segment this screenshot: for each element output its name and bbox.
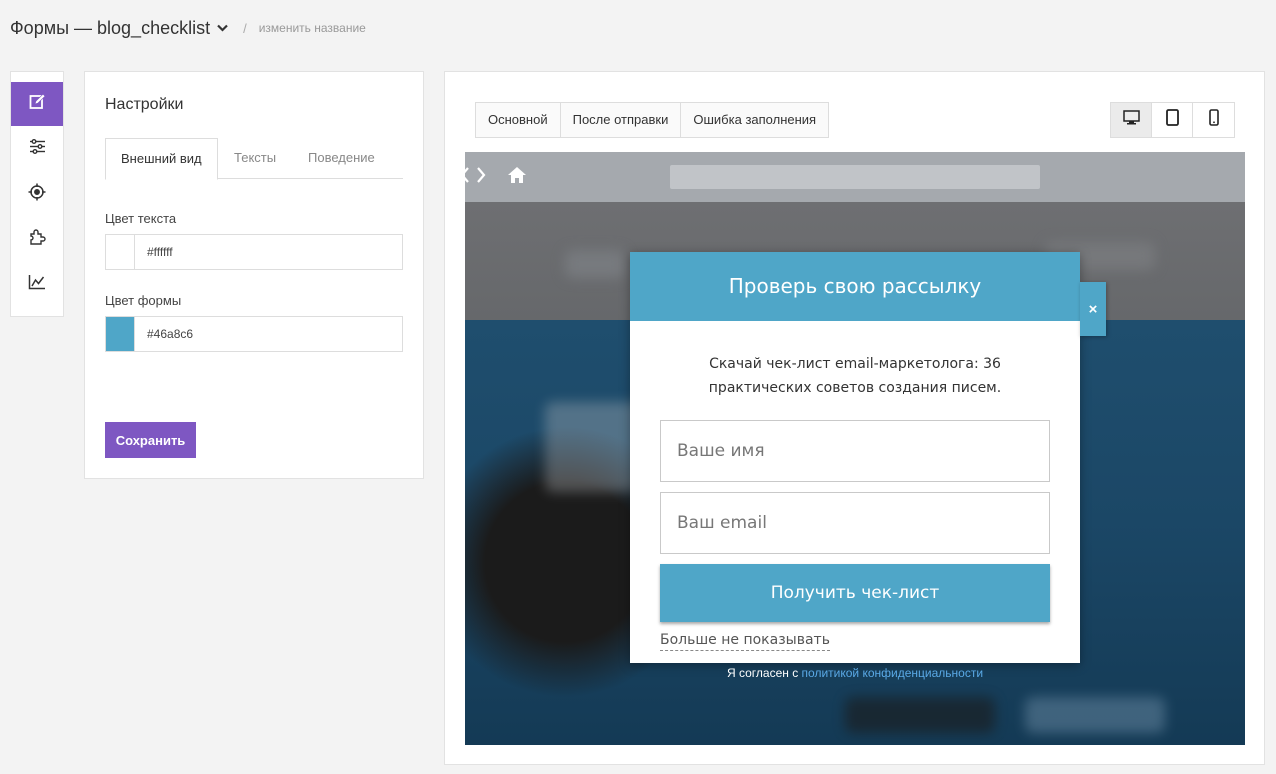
text-color-field — [105, 234, 403, 270]
email-input[interactable] — [660, 492, 1050, 554]
preview-panel: Основной После отправки Ошибка заполнени… — [444, 71, 1265, 765]
puzzle-icon — [29, 228, 46, 250]
sidebar-item-settings[interactable] — [11, 127, 63, 171]
tab-after-submit[interactable]: После отправки — [560, 103, 682, 137]
sidebar-item-integrations[interactable] — [11, 217, 63, 261]
browser-mockup: Проверь свою рассылку Скачай чек-лист em… — [465, 152, 1245, 745]
settings-title: Настройки — [105, 96, 184, 113]
phone-icon — [1208, 109, 1219, 131]
tab-main-state[interactable]: Основной — [476, 103, 561, 137]
tab-appearance[interactable]: Внешний вид — [105, 138, 218, 180]
target-icon — [28, 183, 46, 206]
browser-nav — [465, 166, 527, 189]
device-switcher — [1110, 102, 1235, 138]
device-tablet-button[interactable] — [1152, 103, 1193, 137]
privacy-policy-link[interactable]: политикой конфиденциальности — [802, 666, 983, 680]
popup-description-line-1: Скачай чек-лист email-маркетолога: 36 — [709, 356, 1001, 372]
device-desktop-button[interactable] — [1111, 103, 1152, 137]
settings-panel: Настройки Внешний вид Тексты Поведение Ц… — [84, 71, 424, 479]
edit-icon — [29, 93, 46, 115]
form-color-field — [105, 316, 403, 352]
page-title: Формы — blog_checklist — [10, 17, 211, 38]
home-icon — [507, 166, 527, 189]
tab-validation-error[interactable]: Ошибка заполнения — [681, 103, 829, 137]
browser-toolbar — [465, 152, 1245, 202]
name-input[interactable] — [660, 420, 1050, 482]
form-state-tabs: Основной После отправки Ошибка заполнени… — [475, 102, 830, 138]
consent-text: Я согласен с — [726, 666, 802, 680]
form-color-swatch[interactable] — [106, 317, 135, 351]
text-color-input[interactable] — [135, 235, 402, 269]
page-header: Формы — blog_checklist / изменить назван… — [10, 16, 366, 40]
form-color-label: Цвет формы — [105, 293, 182, 308]
chart-line-icon — [28, 274, 46, 295]
save-button[interactable]: Сохранить — [105, 422, 196, 458]
get-checklist-button[interactable]: Получить чек-лист — [660, 564, 1050, 622]
form-color-input[interactable] — [135, 317, 402, 351]
tab-texts[interactable]: Тексты — [234, 138, 276, 179]
dont-show-again-link[interactable]: Больше не показывать — [660, 632, 830, 651]
popup-description: Скачай чек-лист email-маркетолога: 36 пр… — [670, 352, 1040, 400]
text-color-swatch[interactable] — [106, 235, 135, 269]
device-phone-button[interactable] — [1193, 103, 1234, 137]
tab-behavior[interactable]: Поведение — [308, 138, 375, 179]
popup-description-line-2: практических советов создания писем. — [708, 380, 1002, 396]
desktop-icon — [1122, 110, 1140, 130]
sidebar-item-analytics[interactable] — [11, 262, 63, 306]
text-color-label: Цвет текста — [105, 211, 177, 226]
url-bar — [670, 165, 1040, 189]
sliders-icon — [29, 139, 46, 159]
breadcrumb-separator: / — [243, 20, 247, 36]
sidebar-item-targeting[interactable] — [11, 172, 63, 216]
sidebar-item-edit[interactable] — [11, 82, 63, 126]
chevron-down-icon[interactable] — [217, 22, 229, 34]
back-arrow-icon — [465, 166, 471, 189]
close-icon[interactable]: × — [1080, 282, 1106, 336]
tool-sidebar — [10, 71, 64, 317]
tablet-icon — [1165, 109, 1179, 131]
popup-title: Проверь свою рассылку — [630, 252, 1080, 321]
settings-tabs: Внешний вид Тексты Поведение — [105, 138, 403, 180]
privacy-consent: Я согласен с политикой конфиденциальност… — [465, 666, 1245, 680]
subscription-popup: Проверь свою рассылку Скачай чек-лист em… — [630, 252, 1080, 663]
forward-arrow-icon — [475, 166, 487, 189]
rename-link[interactable]: изменить название — [259, 21, 366, 35]
